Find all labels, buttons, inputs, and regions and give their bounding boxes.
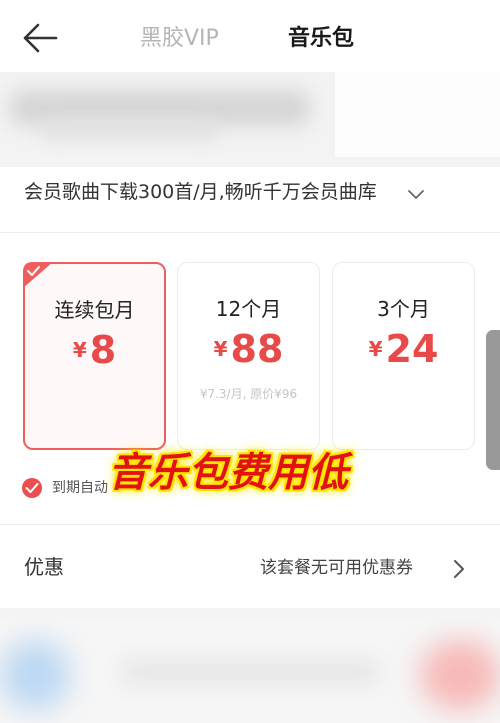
plan-price: ¥24 bbox=[333, 327, 474, 371]
blur-shape bbox=[420, 640, 500, 710]
package-description[interactable]: 会员歌曲下载300首/月,畅听千万会员曲库 bbox=[24, 178, 377, 206]
currency-symbol: ¥ bbox=[72, 338, 87, 362]
divider bbox=[0, 524, 500, 525]
selected-check-icon bbox=[23, 262, 53, 288]
promo-overlay-caption: 音乐包费用低 bbox=[108, 449, 348, 496]
price-value: 24 bbox=[385, 327, 439, 371]
price-value: 8 bbox=[89, 328, 117, 372]
blurred-banner bbox=[0, 72, 500, 157]
plan-name: 连续包月 bbox=[54, 298, 135, 322]
blur-shape bbox=[120, 660, 380, 684]
chevron-down-icon[interactable] bbox=[408, 186, 424, 199]
divider bbox=[0, 232, 500, 233]
auto-renew-label: 到期自动 bbox=[52, 480, 108, 496]
plan-name: 12个月 bbox=[215, 297, 282, 321]
back-arrow-icon[interactable] bbox=[22, 22, 58, 54]
plan-price: ¥88 bbox=[178, 327, 319, 371]
currency-symbol: ¥ bbox=[368, 337, 383, 361]
price-value: 88 bbox=[230, 327, 284, 371]
blur-shape bbox=[0, 640, 70, 710]
section-divider bbox=[0, 608, 500, 620]
plan-card-monthly[interactable]: 连续包月 ¥8 bbox=[23, 262, 166, 450]
blur-shape bbox=[40, 120, 220, 140]
scrollbar[interactable] bbox=[486, 330, 500, 470]
plan-card-12-months[interactable]: 12个月 ¥88 ¥7.3/月, 原价¥96 bbox=[177, 262, 320, 450]
chevron-right-icon[interactable] bbox=[452, 558, 466, 580]
top-bar: 黑胶VIP 音乐包 bbox=[0, 0, 500, 72]
discount-value[interactable]: 该套餐无可用优惠券 bbox=[260, 555, 413, 581]
plan-card-3-months[interactable]: 3个月 ¥24 bbox=[332, 262, 475, 450]
plan-name: 3个月 bbox=[377, 297, 430, 321]
auto-renew-checkbox[interactable] bbox=[22, 478, 42, 498]
blurred-bottom-area bbox=[0, 620, 500, 723]
section-divider bbox=[0, 157, 500, 167]
discount-label: 优惠 bbox=[24, 555, 64, 579]
tab-music-package[interactable]: 音乐包 bbox=[288, 24, 354, 54]
plan-price: ¥8 bbox=[25, 328, 164, 372]
banner-blur-area bbox=[0, 72, 335, 157]
tab-vinyl-vip[interactable]: 黑胶VIP bbox=[140, 24, 219, 54]
currency-symbol: ¥ bbox=[213, 337, 228, 361]
plan-sub-price: ¥7.3/月, 原价¥96 bbox=[199, 387, 298, 401]
